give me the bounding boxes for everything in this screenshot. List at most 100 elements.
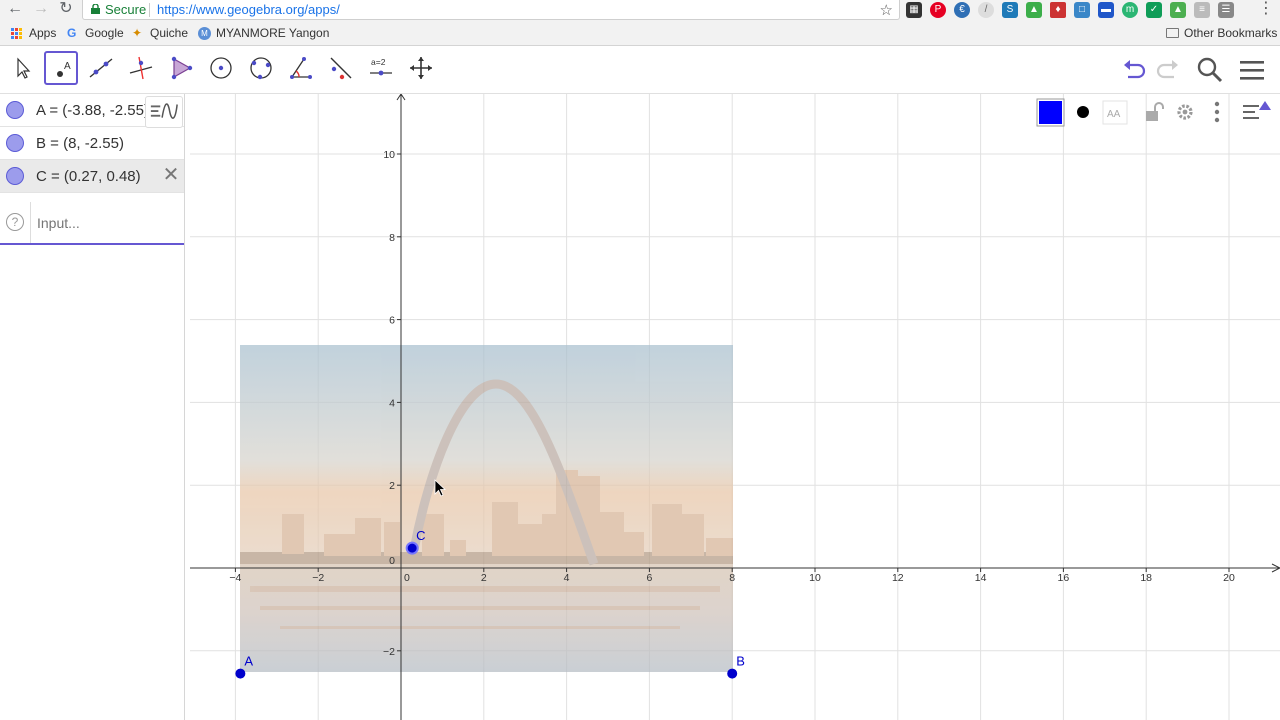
graphics-view[interactable]: −4 −2 0 2 4 6 8 10 12 14 16 18 20 10 8 6 4 2 0 −2 ABC AA xyxy=(190,94,1280,720)
reflect-icon xyxy=(330,57,352,80)
move-tool[interactable] xyxy=(6,51,40,85)
label-style-button[interactable]: AA xyxy=(1099,96,1131,128)
visibility-toggle[interactable] xyxy=(6,101,24,119)
algebra-definition[interactable]: B = (8, -2.55) xyxy=(36,135,146,152)
hamburger-menu-icon[interactable] xyxy=(1238,56,1266,84)
circle-three-points-tool[interactable] xyxy=(244,51,278,85)
polygon-tool[interactable] xyxy=(164,51,198,85)
reload-button[interactable]: ↻ xyxy=(55,0,77,20)
algebra-stylebar-toggle[interactable] xyxy=(145,96,183,128)
bookmark-quiche[interactable]: ✦ Quiche xyxy=(132,26,188,40)
bookmark-label: Google xyxy=(85,26,124,40)
other-bookmarks[interactable]: Other Bookmarks xyxy=(1166,26,1277,40)
x-tick-label: 8 xyxy=(729,572,735,584)
euro-icon[interactable]: € xyxy=(954,2,970,18)
graphics-canvas[interactable]: −4 −2 0 2 4 6 8 10 12 14 16 18 201086420−2 A BC xyxy=(190,94,1280,720)
more-options-button[interactable] xyxy=(1201,96,1233,128)
qr-code-icon[interactable]: ▦ xyxy=(906,2,922,18)
point-c[interactable] xyxy=(405,541,419,555)
y-tick-label: 8 xyxy=(389,232,395,244)
circle-center-point-tool[interactable] xyxy=(204,51,238,85)
pinterest-icon[interactable]: P xyxy=(930,2,946,18)
x-tick-label: 18 xyxy=(1140,572,1152,584)
back-button[interactable]: ← xyxy=(4,0,26,20)
stylebar-toggle-button[interactable] xyxy=(1239,96,1271,128)
lock-button[interactable] xyxy=(1137,96,1169,128)
bookmark-label: Quiche xyxy=(150,26,189,40)
y-tick-label: 0 xyxy=(389,555,395,567)
image-icon[interactable]: ▲ xyxy=(1026,2,1042,18)
svg-text:AA: AA xyxy=(1107,109,1121,120)
perpendicular-line-tool[interactable] xyxy=(124,51,158,85)
y-tick-label: 6 xyxy=(389,315,395,327)
angle-icon xyxy=(290,57,312,79)
algebra-row-C[interactable]: C = (0.27, 0.48) ✕ xyxy=(0,160,184,193)
screenshot-icon[interactable]: □ xyxy=(1074,2,1090,18)
bookmark-myanmore[interactable]: M MYANMORE Yangon xyxy=(198,26,329,40)
color-picker-button[interactable] xyxy=(1035,96,1067,128)
bookmark-apps[interactable]: Apps xyxy=(11,26,56,40)
x-tick-label: −2 xyxy=(312,572,324,584)
monitor-icon[interactable]: ▬ xyxy=(1098,2,1114,18)
reflect-tool[interactable] xyxy=(324,51,358,85)
point-b[interactable] xyxy=(727,668,738,679)
point-label-b: B xyxy=(736,654,745,669)
url-text[interactable]: https://www.geogebra.org/apps/ xyxy=(157,2,340,17)
graphics-stylebar: AA xyxy=(1035,94,1280,130)
tick-icon[interactable]: ✓ xyxy=(1146,2,1162,18)
bookmark-label: MYANMORE Yangon xyxy=(216,26,330,40)
algebra-definition[interactable]: C = (0.27, 0.48) xyxy=(36,168,156,185)
move-graphics-view-tool[interactable] xyxy=(404,51,438,85)
visibility-toggle[interactable] xyxy=(6,134,24,152)
m-icon[interactable]: m xyxy=(1122,2,1138,18)
close-icon[interactable]: ✕ xyxy=(160,164,182,186)
x-tick-label: 0 xyxy=(404,572,410,584)
move-arrows-icon xyxy=(410,57,432,79)
visibility-toggle[interactable] xyxy=(6,167,24,185)
timer-icon[interactable]: / xyxy=(978,2,994,18)
extension-icons: ▦ P € / S ▲ ♦ □ ▬ m ✓ ▲ ≡ ☰ xyxy=(906,2,1234,18)
bookmark-google[interactable]: G Google xyxy=(67,26,124,40)
point-tool[interactable]: A xyxy=(44,51,78,85)
y-tick-label: 2 xyxy=(389,480,395,492)
bookmarks-bar: Apps G Google ✦ Quiche M MYANMORE Yangon… xyxy=(0,24,1280,44)
grid-icon[interactable]: ≡ xyxy=(1194,2,1210,18)
slider-tool[interactable]: a=2 xyxy=(364,51,398,85)
settings-button[interactable] xyxy=(1169,96,1201,128)
folder-icon xyxy=(1166,28,1179,38)
algebra-row-B[interactable]: B = (8, -2.55) xyxy=(0,127,184,160)
line-icon xyxy=(89,58,113,78)
algebra-input-row[interactable]: ? xyxy=(0,202,184,245)
arrow-cursor-icon xyxy=(17,57,31,79)
point-a[interactable] xyxy=(235,668,246,679)
angle-tool[interactable] xyxy=(284,51,318,85)
point-style-button[interactable] xyxy=(1067,96,1099,128)
skyline-image[interactable] xyxy=(240,345,733,672)
address-bar[interactable]: Secure https://www.geogebra.org/apps/ ☆ xyxy=(82,0,900,20)
x-tick-label: 20 xyxy=(1223,572,1235,584)
puzzle-icon[interactable]: ♦ xyxy=(1050,2,1066,18)
evernote-icon[interactable]: ☰ xyxy=(1218,2,1234,18)
bookmark-star-icon[interactable]: ☆ xyxy=(880,1,893,19)
help-icon[interactable]: ? xyxy=(6,213,24,231)
algebra-row-A[interactable]: A = (-3.88, -2.55) xyxy=(0,94,184,128)
line-tool[interactable] xyxy=(84,51,118,85)
redo-icon[interactable] xyxy=(1154,56,1182,84)
secure-label: Secure xyxy=(105,2,147,17)
s-icon[interactable]: S xyxy=(1002,2,1018,18)
drive-icon[interactable]: ▲ xyxy=(1170,2,1186,18)
color-swatch-icon xyxy=(1036,98,1065,127)
chrome-menu-icon[interactable]: ⋮ xyxy=(1258,0,1274,18)
circle-center-icon xyxy=(210,57,232,79)
y-tick-label: −2 xyxy=(383,646,395,658)
algebra-definition[interactable]: A = (-3.88, -2.55) xyxy=(36,102,146,119)
search-icon[interactable] xyxy=(1196,56,1224,84)
undo-icon[interactable] xyxy=(1120,56,1148,84)
quiche-icon: ✦ xyxy=(132,25,143,40)
forward-button[interactable]: → xyxy=(30,0,52,20)
sort-functions-icon xyxy=(150,103,178,119)
geogebra-toolbar: A a=2 xyxy=(0,46,1280,94)
point-label-c: C xyxy=(416,528,425,543)
algebra-input-field[interactable] xyxy=(30,202,184,243)
browser-chrome: ← → ↻ Secure https://www.geogebra.org/ap… xyxy=(0,0,1280,46)
